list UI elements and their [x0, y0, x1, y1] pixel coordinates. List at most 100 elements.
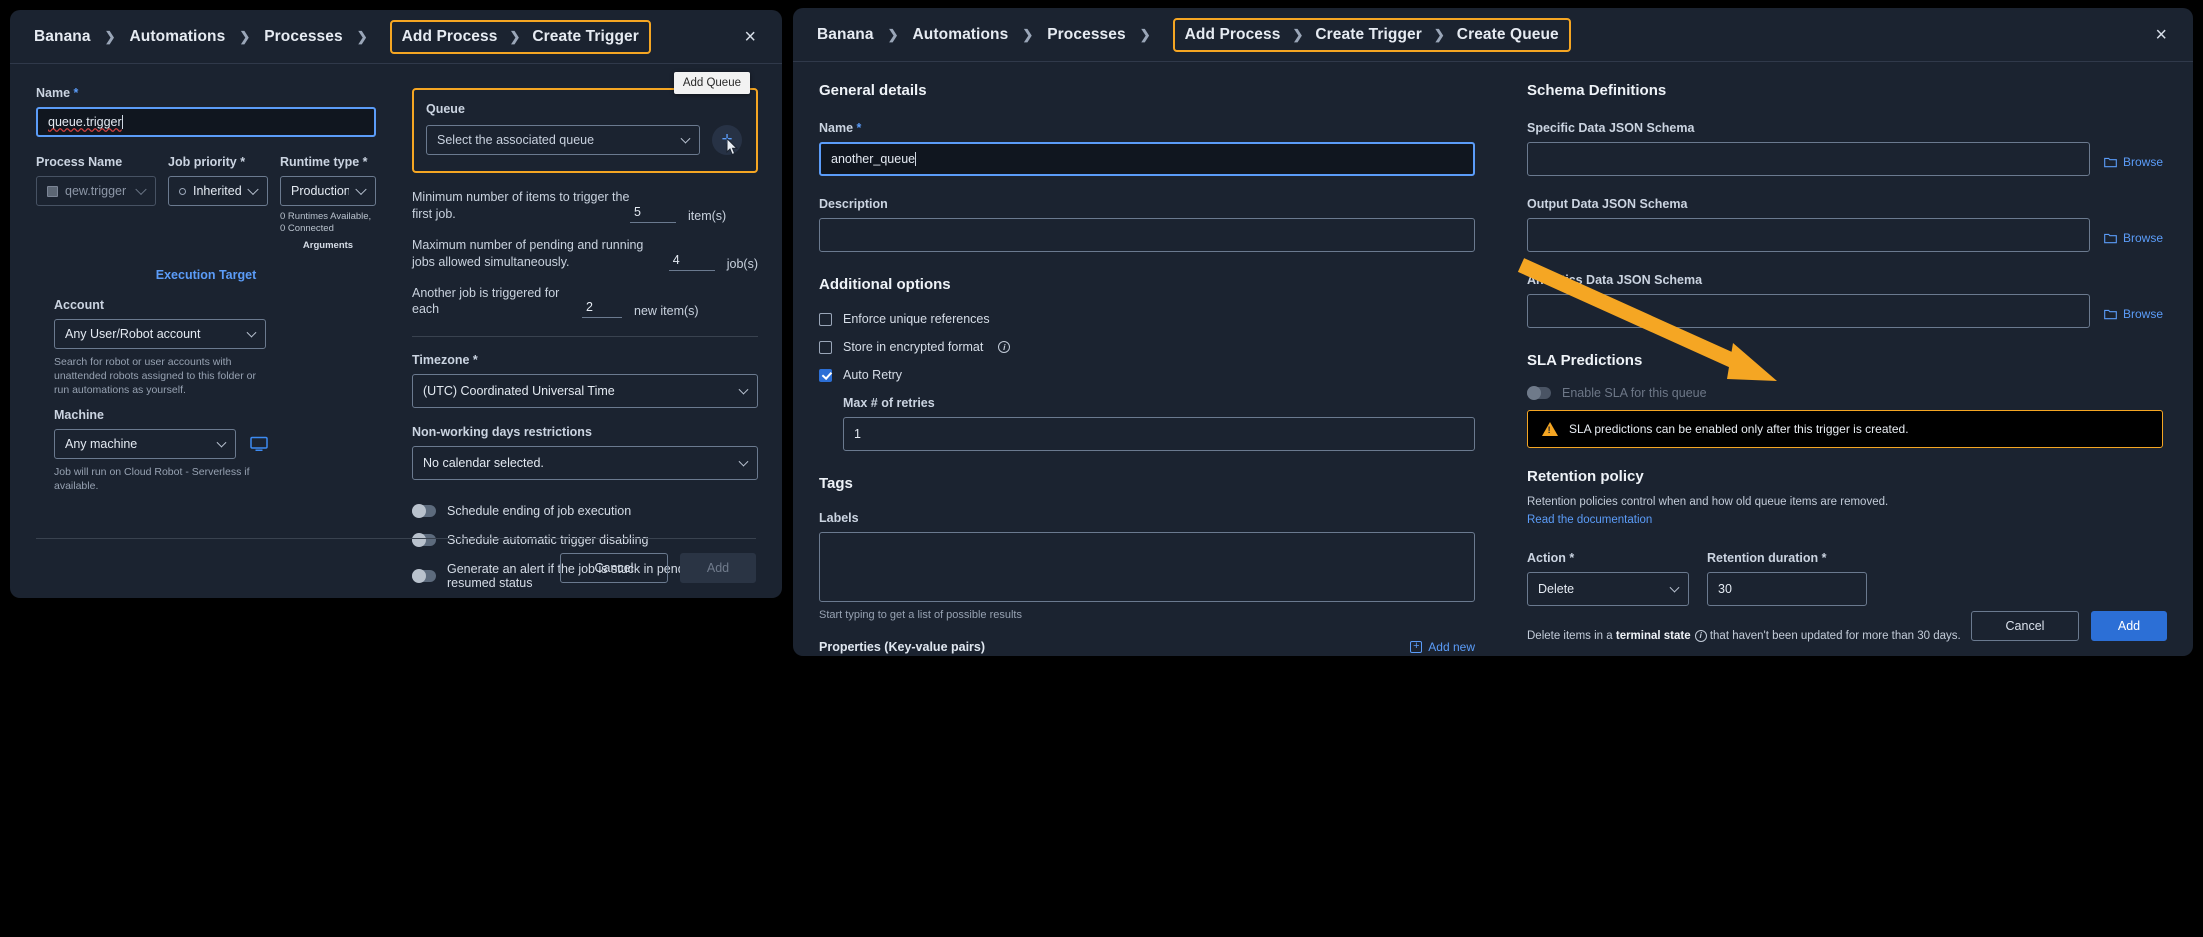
max-retries-value: 1 [854, 427, 861, 441]
close-icon[interactable]: × [736, 23, 764, 51]
breadcrumb-item-automations[interactable]: Automations [130, 26, 226, 48]
breadcrumb-item-create-queue[interactable]: Create Queue [1457, 24, 1559, 46]
queue-cancel-button[interactable]: Cancel [1971, 611, 2079, 641]
chevron-right-icon: ❯ [239, 28, 251, 44]
labels-input[interactable] [819, 532, 1475, 602]
process-name-select: qew.trigger [36, 176, 156, 206]
min-items-label: Minimum number of items to trigger the f… [412, 190, 630, 221]
info-icon[interactable]: i [998, 341, 1011, 353]
add-queue-button[interactable]: + [712, 125, 742, 156]
chevron-right-icon: ❯ [887, 26, 899, 42]
queue-select[interactable]: Select the associated queue [426, 125, 700, 155]
trigger-name-value: queue.trigger [48, 115, 122, 129]
enforce-unique-row[interactable]: Enforce unique references [819, 312, 1475, 326]
queue-dialog-body: General details Name * another_queue Des… [793, 62, 2193, 656]
priority-dot-icon [179, 187, 186, 195]
trigger-right-column: Add Queue Queue Select the associated qu… [400, 64, 782, 598]
account-helper-text: Search for robot or user accounts with u… [54, 356, 256, 397]
min-items-input[interactable] [630, 202, 676, 223]
chevron-right-icon: ❯ [104, 28, 116, 44]
specific-schema-input[interactable] [1527, 142, 2090, 176]
enforce-unique-checkbox[interactable] [819, 312, 832, 326]
chevron-right-icon: ❯ [356, 28, 368, 44]
browse-analytics-button[interactable]: Browse [2104, 307, 2163, 328]
job-priority-group: Job priority * Inherited [168, 155, 268, 252]
queue-section-highlight: Add Queue Queue Select the associated qu… [412, 72, 758, 173]
analytics-schema-row: Browse [1527, 294, 2163, 328]
machine-helper-text: Job will run on Cloud Robot - Serverless… [54, 465, 250, 492]
auto-retry-checkbox[interactable] [819, 368, 832, 382]
schema-definitions-title: Schema Definitions [1527, 82, 1667, 99]
account-value: Any User/Robot account [65, 327, 201, 342]
trigger-meta-row: Process Name qew.trigger Job priority * … [36, 155, 376, 252]
breadcrumb-item-add-process[interactable]: Add Process [402, 26, 498, 48]
sla-toggle-row: Enable SLA for this queue [1527, 386, 2163, 400]
timezone-select[interactable]: (UTC) Coordinated Universal Time [412, 374, 758, 409]
toggle-switch[interactable] [412, 504, 436, 519]
process-icon [47, 185, 58, 197]
browse-specific-button[interactable]: Browse [2104, 155, 2163, 176]
machine-value: Any machine [65, 436, 138, 451]
tags-title: Tags [819, 475, 853, 492]
max-pending-input[interactable] [668, 250, 715, 271]
store-encrypted-checkbox[interactable] [819, 340, 832, 354]
plus-icon: + [721, 129, 733, 150]
queue-name-input[interactable]: another_queue [819, 142, 1475, 176]
another-job-input[interactable] [582, 298, 622, 319]
job-priority-select[interactable]: Inherited [168, 176, 268, 206]
another-job-row: Another job is triggered for each new it… [412, 285, 758, 319]
min-items-row: Minimum number of items to trigger the f… [412, 189, 758, 223]
breadcrumb-item-create-trigger[interactable]: Create Trigger [532, 26, 639, 48]
queue-row: Select the associated queue + [426, 125, 742, 156]
labels-label: Labels [819, 511, 859, 525]
monitor-icon[interactable] [250, 436, 268, 452]
account-select[interactable]: Any User/Robot account [54, 319, 266, 350]
retention-doc-link[interactable]: Read the documentation [1527, 514, 2163, 526]
close-icon[interactable]: × [2147, 21, 2175, 49]
trigger-cancel-button[interactable]: Cancel [560, 553, 668, 583]
output-schema-label: Output Data JSON Schema [1527, 197, 1688, 211]
runtime-type-value: Production (Una [291, 184, 349, 198]
runtime-type-select[interactable]: Production (Una [280, 176, 376, 206]
folder-icon [2104, 233, 2117, 243]
store-encrypted-row[interactable]: Store in encrypted format i [819, 340, 1475, 354]
breadcrumb-item-banana[interactable]: Banana [34, 26, 91, 48]
queue-add-button[interactable]: Add [2091, 611, 2167, 641]
breadcrumb-item-create-trigger[interactable]: Create Trigger [1315, 24, 1422, 46]
execution-target-link[interactable]: Execution Target [156, 268, 256, 282]
browse-output-button[interactable]: Browse [2104, 231, 2163, 252]
action-value: Delete [1538, 581, 1575, 596]
breadcrumb-item-processes[interactable]: Processes [1047, 24, 1125, 46]
browse-label: Browse [2122, 155, 2163, 169]
chevron-right-icon: ❯ [1433, 26, 1445, 42]
queue-name-label-text: Name [819, 121, 854, 135]
specific-schema-row: Browse [1527, 142, 2163, 176]
chevron-right-icon: ❯ [1022, 26, 1034, 42]
auto-retry-label: Auto Retry [843, 368, 903, 382]
max-retries-input[interactable]: 1 [843, 417, 1475, 451]
breadcrumb-item-automations[interactable]: Automations [913, 24, 1009, 46]
breadcrumb-highlight-box: Add Process ❯ Create Trigger [389, 19, 651, 54]
sla-predictions-title: SLA Predictions [1527, 352, 1643, 369]
trigger-dialog-body: Name * queue.trigger Process Name qew.tr… [10, 64, 782, 598]
job-priority-label: Job priority * [168, 155, 246, 169]
toggle-label: Schedule ending of job execution [447, 504, 632, 519]
breadcrumb-item-banana[interactable]: Banana [817, 24, 874, 46]
toggle-row-schedule-ending[interactable]: Schedule ending of job execution [412, 504, 758, 519]
trigger-name-input[interactable]: queue.trigger [36, 107, 376, 137]
queue-name-value: another_queue [831, 152, 916, 166]
breadcrumb-item-processes[interactable]: Processes [264, 26, 342, 48]
description-input[interactable] [819, 218, 1475, 252]
output-schema-input[interactable] [1527, 218, 2090, 252]
additional-options-list: Enforce unique references Store in encry… [819, 312, 1475, 382]
analytics-schema-input[interactable] [1527, 294, 2090, 328]
add-queue-tooltip: Add Queue [673, 72, 750, 94]
trigger-add-button[interactable]: Add [680, 553, 756, 583]
execution-target-wrap: Execution Target [36, 266, 376, 284]
machine-select[interactable]: Any machine [54, 428, 236, 459]
breadcrumb-item-add-process[interactable]: Add Process [1185, 24, 1281, 46]
auto-retry-row[interactable]: Auto Retry [819, 368, 1475, 382]
nonworking-select[interactable]: No calendar selected. [412, 446, 758, 481]
max-retries-label: Max # of retries [843, 396, 935, 410]
enforce-unique-label: Enforce unique references [843, 312, 990, 326]
